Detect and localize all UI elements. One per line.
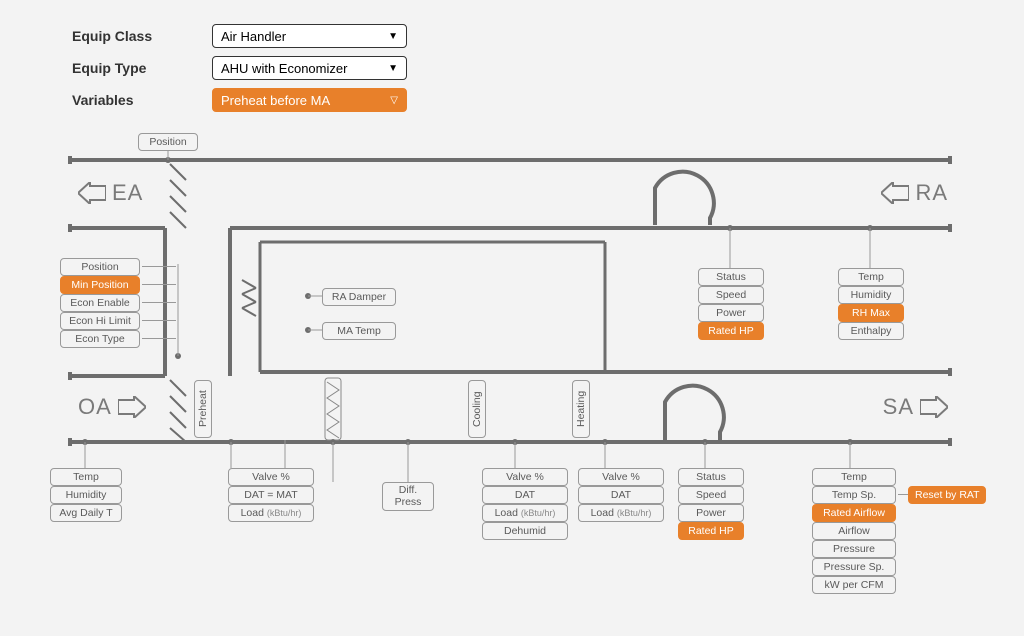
oa-damper-position[interactable]: Position — [60, 258, 140, 276]
oa-econ-enable[interactable]: Econ Enable — [60, 294, 140, 312]
sfan-rated-hp[interactable]: Rated HP — [678, 522, 744, 540]
sfan-speed[interactable]: Speed — [678, 486, 744, 504]
ea-flow-label: EA — [78, 180, 143, 206]
chevron-down-icon: ▼ — [388, 63, 398, 74]
rfan-speed[interactable]: Speed — [698, 286, 764, 304]
heating-dat[interactable]: DAT — [578, 486, 664, 504]
equip-type-value: AHU with Economizer — [221, 61, 347, 76]
oa-econ-hi-limit[interactable]: Econ Hi Limit — [60, 312, 140, 330]
sa-temp-sp[interactable]: Temp Sp. — [812, 486, 896, 504]
chevron-down-icon: ▽ — [390, 95, 398, 106]
equip-class-value: Air Handler — [221, 29, 286, 44]
cooling-coil[interactable]: Cooling — [468, 380, 486, 438]
controls-panel: Equip Class Air Handler ▼ Equip Type AHU… — [72, 24, 407, 120]
cooling-dat[interactable]: DAT — [482, 486, 568, 504]
variables-label: Variables — [72, 92, 212, 108]
ra-flow-label: RA — [881, 180, 948, 206]
rfan-rated-hp[interactable]: Rated HP — [698, 322, 764, 340]
arrow-right-icon — [920, 396, 948, 418]
rfan-status[interactable]: Status — [698, 268, 764, 286]
sa-pressure[interactable]: Pressure — [812, 540, 896, 558]
sa-rated-airflow[interactable]: Rated Airflow — [812, 504, 896, 522]
heating-valve[interactable]: Valve % — [578, 468, 664, 486]
oa-temp[interactable]: Temp — [50, 468, 122, 486]
arrow-left-icon — [881, 182, 909, 204]
sa-kw-per-cfm[interactable]: kW per CFM — [812, 576, 896, 594]
equip-class-label: Equip Class — [72, 28, 212, 44]
sfan-status[interactable]: Status — [678, 468, 744, 486]
sa-flow-label: SA — [883, 394, 948, 420]
preheat-dat[interactable]: DAT = MAT — [228, 486, 314, 504]
preheat-coil[interactable]: Preheat — [194, 380, 212, 438]
variables-value: Preheat before MA — [221, 93, 330, 108]
heating-load[interactable]: Load (kBtu/hr) — [578, 504, 664, 522]
cooling-dehumid[interactable]: Dehumid — [482, 522, 568, 540]
sa-temp[interactable]: Temp — [812, 468, 896, 486]
sa-airflow[interactable]: Airflow — [812, 522, 896, 540]
oa-flow-label: OA — [78, 394, 146, 420]
ma-temp[interactable]: MA Temp — [322, 322, 396, 340]
oa-econ-type[interactable]: Econ Type — [60, 330, 140, 348]
ra-rh-max[interactable]: RH Max — [838, 304, 904, 322]
cooling-load[interactable]: Load (kBtu/hr) — [482, 504, 568, 522]
ra-damper[interactable]: RA Damper — [322, 288, 396, 306]
cooling-valve[interactable]: Valve % — [482, 468, 568, 486]
oa-damper-min-position[interactable]: Min Position — [60, 276, 140, 294]
sa-pressure-sp[interactable]: Pressure Sp. — [812, 558, 896, 576]
ra-enthalpy[interactable]: Enthalpy — [838, 322, 904, 340]
heating-coil[interactable]: Heating — [572, 380, 590, 438]
preheat-load[interactable]: Load (kBtu/hr) — [228, 504, 314, 522]
ra-temp[interactable]: Temp — [838, 268, 904, 286]
chevron-down-icon: ▼ — [388, 31, 398, 42]
diff-press[interactable]: Diff.Press — [382, 482, 434, 511]
arrow-left-icon — [78, 182, 106, 204]
ahu-diagram: EA RA OA SA Position Position Min Positi… — [50, 130, 990, 610]
equip-class-select[interactable]: Air Handler ▼ — [212, 24, 407, 48]
ra-humidity[interactable]: Humidity — [838, 286, 904, 304]
equip-type-select[interactable]: AHU with Economizer ▼ — [212, 56, 407, 80]
equip-type-label: Equip Type — [72, 60, 212, 76]
oa-humidity[interactable]: Humidity — [50, 486, 122, 504]
ea-damper-position[interactable]: Position — [138, 133, 198, 151]
oa-avg-daily-t[interactable]: Avg Daily T — [50, 504, 122, 522]
variables-select[interactable]: Preheat before MA ▽ — [212, 88, 407, 112]
preheat-valve[interactable]: Valve % — [228, 468, 314, 486]
arrow-right-icon — [118, 396, 146, 418]
sfan-power[interactable]: Power — [678, 504, 744, 522]
rfan-power[interactable]: Power — [698, 304, 764, 322]
sa-reset-by-rat[interactable]: Reset by RAT — [908, 486, 986, 504]
